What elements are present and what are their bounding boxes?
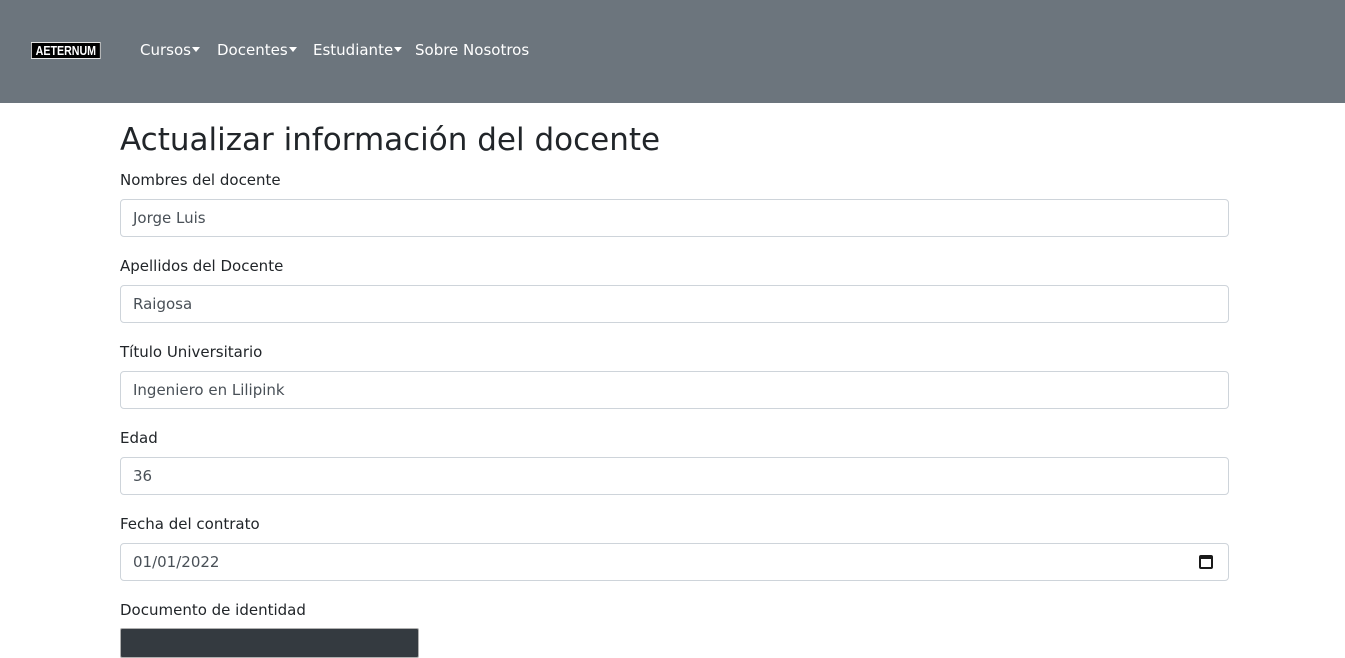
edad-input[interactable]: 36 [120,457,1229,495]
caret-down-icon [191,47,200,52]
nombres-label: Nombres del docente [120,171,281,189]
nav-item-sobre-nosotros[interactable]: Sobre Nosotros [415,40,529,60]
nav-item-label: Cursos [140,41,191,59]
fecha-input[interactable]: 01/01/2022 [120,543,1229,581]
nombres-input[interactable]: Jorge Luis [120,199,1229,237]
brand-logo[interactable]: AETERNUM [31,42,101,59]
edad-label: Edad [120,429,158,447]
calendar-icon[interactable] [1199,555,1213,569]
nav-item-cursos[interactable]: Cursos [140,40,200,60]
apellidos-input[interactable]: Raigosa [120,285,1229,323]
top-navbar: AETERNUM Cursos Docentes Estudiante Sobr… [0,0,1345,103]
fecha-label: Fecha del contrato [120,515,260,533]
titulo-input[interactable]: Ingeniero en Lilipink [120,371,1229,409]
apellidos-label: Apellidos del Docente [120,257,284,275]
caret-down-icon [288,47,297,52]
fecha-value: 01/01/2022 [133,553,220,571]
nav-item-label: Sobre Nosotros [415,41,530,59]
nav-item-estudiante[interactable]: Estudiante [313,40,403,60]
page-title: Actualizar información del docente [120,122,661,158]
documento-image [120,628,419,658]
caret-down-icon [394,47,403,52]
nav-item-docentes[interactable]: Docentes [217,40,297,60]
nav-item-label: Docentes [217,41,288,59]
titulo-label: Título Universitario [120,343,263,361]
nav-item-label: Estudiante [313,41,394,59]
documento-label: Documento de identidad [120,601,306,619]
